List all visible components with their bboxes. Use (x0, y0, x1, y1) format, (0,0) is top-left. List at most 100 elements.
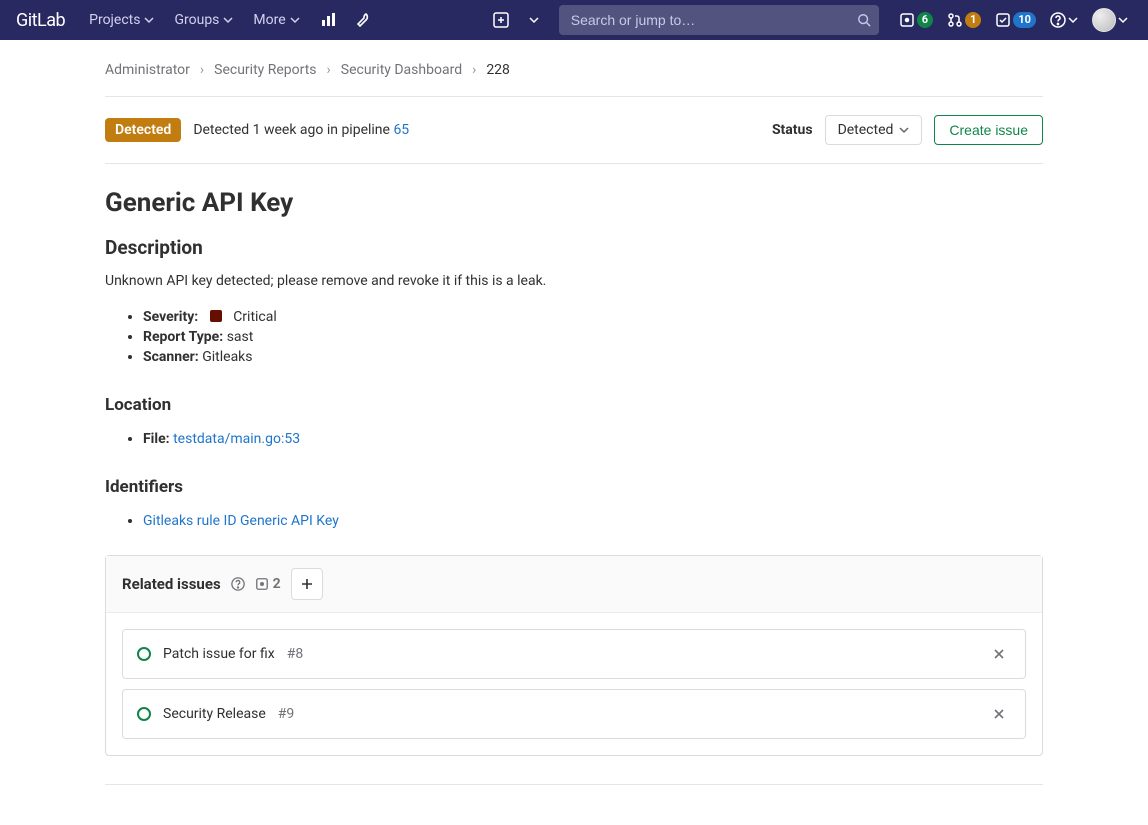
page-title: Generic API Key (105, 188, 1043, 218)
identifier-item: Gitleaks rule ID Generic API Key (143, 511, 1043, 531)
severity-critical-icon (210, 310, 222, 322)
identifiers-list: Gitleaks rule ID Generic API Key (105, 511, 1043, 531)
status-bar: Detected Detected 1 week ago in pipeline… (105, 101, 1043, 159)
issue-open-icon (137, 707, 151, 721)
chevron-down-icon (529, 15, 539, 25)
related-issue-ref: #9 (278, 706, 295, 722)
nav-help[interactable] (1046, 8, 1082, 32)
related-issue-title: Security Release (163, 706, 266, 722)
chevron-down-icon (1118, 15, 1128, 25)
meta-list: Severity: Critical Report Type: sast Sca… (105, 307, 1043, 367)
related-issue-ref: #8 (287, 646, 304, 662)
crumb-admin[interactable]: Administrator (105, 62, 190, 78)
related-issues-card: Related issues 2 Patch issue for fix #8 (105, 555, 1043, 756)
chevron-down-icon (899, 125, 909, 135)
divider (105, 784, 1043, 785)
meta-value: Gitleaks (202, 349, 252, 365)
nav-more[interactable]: More (245, 6, 307, 34)
nav-projects[interactable]: Projects (81, 6, 162, 34)
related-issue-item[interactable]: Security Release #9 (122, 689, 1026, 739)
remove-related-issue-button[interactable] (987, 642, 1011, 666)
nav-analytics[interactable] (312, 4, 344, 36)
meta-value: sast (227, 329, 254, 345)
meta-key: Report Type: (143, 329, 223, 345)
remove-related-issue-button[interactable] (987, 702, 1011, 726)
plus-square-icon (493, 12, 509, 28)
nav-new[interactable] (485, 4, 517, 36)
search-wrap (559, 5, 879, 35)
status-right: Status Detected Create issue (772, 115, 1043, 145)
location-file: File: testdata/main.go:53 (143, 429, 1043, 449)
divider (105, 96, 1043, 97)
add-related-issue-button[interactable] (291, 568, 323, 600)
close-icon (993, 708, 1005, 720)
brand-logo[interactable]: GitLab (8, 10, 73, 31)
nav-todos-counter[interactable]: 10 (991, 8, 1040, 32)
related-issues-title: Related issues (122, 575, 221, 593)
page: Administrator Security Reports Security … (89, 40, 1059, 825)
crumb-security-reports[interactable]: Security Reports (214, 62, 316, 78)
pipeline-link[interactable]: 65 (393, 122, 409, 138)
status-prefix: Detected 1 week ago in pipeline (193, 122, 393, 138)
description-heading: Description (105, 236, 1043, 259)
create-issue-button[interactable]: Create issue (934, 115, 1043, 145)
identifiers-heading: Identifiers (105, 477, 1043, 497)
related-issues-body: Patch issue for fix #8 Security Release … (106, 613, 1042, 755)
status-dropdown[interactable]: Detected (825, 115, 923, 145)
help-icon[interactable] (231, 577, 245, 591)
breadcrumb-sep (327, 62, 331, 78)
nav-admin[interactable] (348, 4, 380, 36)
divider (105, 163, 1043, 164)
chart-icon (320, 12, 336, 28)
breadcrumb: Administrator Security Reports Security … (105, 52, 1043, 92)
nav-groups[interactable]: Groups (166, 6, 241, 34)
status-dropdown-value: Detected (838, 122, 894, 138)
location-list: File: testdata/main.go:53 (105, 429, 1043, 449)
nav-groups-label: Groups (174, 12, 219, 28)
status-chip: Detected (105, 118, 181, 142)
meta-key: Severity: (143, 309, 198, 325)
status-label: Status (772, 122, 813, 138)
chevron-down-icon (223, 15, 233, 25)
help-icon (1050, 12, 1066, 28)
nav-mr-counter[interactable]: 1 (943, 8, 985, 32)
nav-todos-badge: 10 (1013, 12, 1036, 27)
chevron-down-icon (144, 15, 154, 25)
meta-value: Critical (233, 309, 277, 325)
file-link[interactable]: testdata/main.go:53 (173, 431, 300, 447)
plus-icon (300, 577, 314, 591)
nav-more-label: More (253, 12, 285, 28)
meta-report-type: Report Type: sast (143, 327, 1043, 347)
top-nav: GitLab Projects Groups More (0, 0, 1148, 40)
close-icon (993, 648, 1005, 660)
nav-user-menu[interactable] (1088, 4, 1132, 36)
merge-request-icon (947, 12, 963, 28)
nav-issues-counter[interactable]: 6 (895, 8, 937, 32)
identifier-link[interactable]: Gitleaks rule ID Generic API Key (143, 513, 339, 529)
description-text: Unknown API key detected; please remove … (105, 273, 1043, 289)
location-heading: Location (105, 395, 1043, 415)
nav-new-dropdown[interactable] (525, 4, 543, 36)
chevron-down-icon (1068, 15, 1078, 25)
wrench-icon (356, 12, 372, 28)
related-issues-count: 2 (255, 576, 281, 592)
nav-issues-badge: 6 (917, 12, 933, 27)
search-input[interactable] (559, 5, 879, 35)
related-issue-item[interactable]: Patch issue for fix #8 (122, 629, 1026, 679)
breadcrumb-sep (200, 62, 204, 78)
crumb-security-dashboard[interactable]: Security Dashboard (341, 62, 462, 78)
nav-left: Projects Groups More (81, 4, 380, 36)
meta-key: Scanner: (143, 349, 199, 365)
chevron-down-icon (290, 15, 300, 25)
nav-mr-badge: 1 (965, 12, 981, 27)
crumb-current: 228 (486, 62, 510, 78)
nav-right: 6 1 10 (895, 4, 1132, 36)
meta-key: File: (143, 431, 170, 447)
avatar (1092, 8, 1116, 32)
issue-open-icon (137, 647, 151, 661)
nav-projects-label: Projects (89, 12, 140, 28)
related-issue-title: Patch issue for fix (163, 646, 275, 662)
issue-icon (899, 12, 915, 28)
meta-severity: Severity: Critical (143, 307, 1043, 327)
related-issues-header: Related issues 2 (106, 556, 1042, 613)
